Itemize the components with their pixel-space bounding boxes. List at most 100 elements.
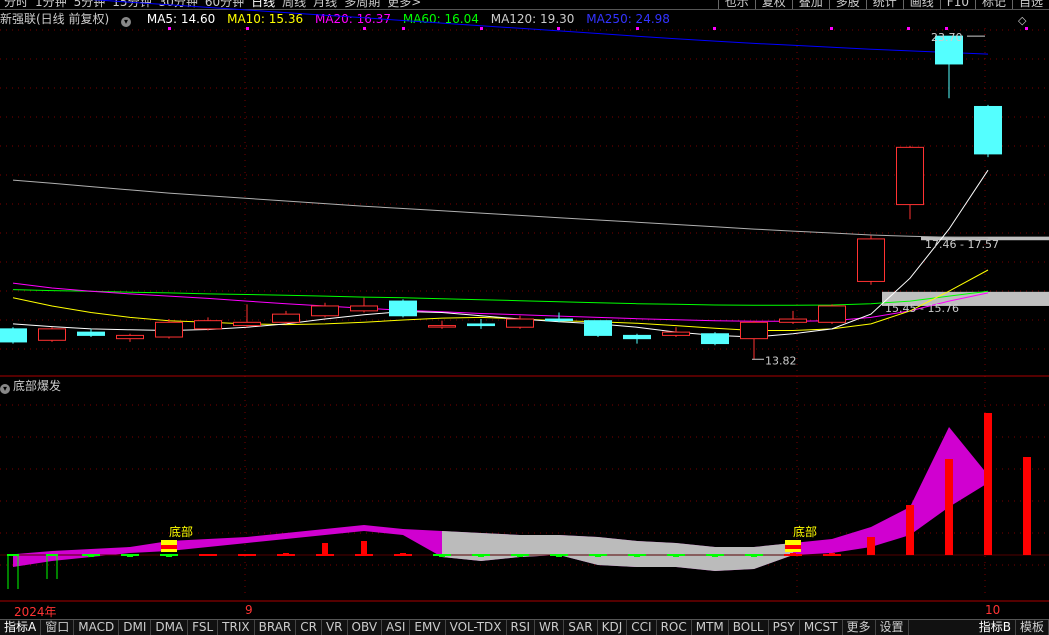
price-high-label: 23.70 [931, 31, 963, 44]
indicator-tab[interactable]: SAR [564, 620, 598, 635]
indicator-tab[interactable]: 更多 [843, 620, 876, 635]
indicator-bar [244, 554, 250, 556]
candle-body [350, 305, 378, 312]
indicator-bar [88, 555, 94, 557]
candle-body [77, 331, 105, 336]
indicator-tab[interactable]: 设置 [876, 620, 909, 635]
marker-dot [363, 27, 366, 30]
candle-body [779, 318, 807, 323]
candle-body [194, 320, 222, 330]
indicator-tab[interactable]: KDJ [598, 620, 628, 635]
signal-marker-mid [161, 545, 177, 549]
indicator-bar [634, 555, 640, 557]
indicator-bar [751, 555, 757, 557]
indicator-tab[interactable]: VR [322, 620, 348, 635]
marker-dot [945, 27, 948, 30]
candle-body [623, 334, 651, 340]
indicator-tab[interactable]: ASI [382, 620, 411, 635]
indicator-bar [945, 459, 953, 555]
signal-marker-top [785, 540, 801, 545]
indicator-tab[interactable]: PSY [769, 620, 800, 635]
indicator-bar [556, 555, 562, 557]
indicator-bar [712, 555, 718, 557]
zone-upper-label: 17.46 - 17.57 [925, 238, 999, 251]
candle-body [506, 318, 534, 328]
indicator-area-negative [442, 531, 793, 571]
indicator-tab[interactable]: MCST [800, 620, 843, 635]
kline-chart[interactable]: 23.70 13.82 17.46 - 17.57 15.45 - 15.76 ◇ 底部 底… [0, 0, 1049, 603]
signal-marker-mid [785, 545, 801, 549]
indicator-tab[interactable]: BOLL [729, 620, 769, 635]
indicator-bar [166, 555, 172, 557]
candle-body [272, 313, 300, 323]
candle-body [818, 305, 846, 323]
indicator-bar [439, 555, 445, 557]
indicator-tab[interactable]: BRAR [255, 620, 297, 635]
indicator-tab[interactable]: EMV [410, 620, 446, 635]
indicator-tab[interactable]: TRIX [218, 620, 255, 635]
indicator-bar [361, 541, 367, 555]
indicator-tab[interactable]: DMI [119, 620, 152, 635]
candle-body [155, 321, 183, 338]
marker-dot [557, 27, 560, 30]
candle-body [428, 325, 456, 328]
indicator-tab[interactable]: WR [535, 620, 565, 635]
candle-body [740, 321, 768, 340]
indicator-tab[interactable]: 窗口 [41, 620, 75, 635]
indicator-bar [400, 553, 406, 555]
signal-marker-bottom [785, 549, 801, 552]
indicator-bar [517, 555, 523, 557]
marker-dot [402, 27, 405, 30]
indicator-bar [595, 555, 601, 557]
indicator-bar [829, 553, 835, 555]
indicator-bar [867, 537, 875, 555]
indicator-tab-right[interactable]: 指标B [975, 620, 1016, 635]
indicator-tab[interactable]: CR [296, 620, 322, 635]
chevron-down-icon[interactable]: ▾ [0, 384, 10, 394]
candle-body [701, 333, 729, 345]
indicator-tab[interactable]: 指标A [0, 620, 42, 635]
signal-marker-top [161, 540, 177, 545]
date-start: 2024年 [14, 605, 57, 619]
signal-marker-bottom [161, 549, 177, 552]
candle-body [38, 328, 66, 341]
date-mid: 9 [245, 603, 253, 617]
indicator-tab[interactable]: DMA [151, 620, 189, 635]
candle-body [662, 331, 690, 336]
signal-label: 底部 [793, 524, 817, 539]
ma120-line [12, 179, 989, 239]
indicator-tab[interactable]: CCI [627, 620, 657, 635]
indicator-bar [205, 554, 211, 556]
indicator-title-bar: ▾ 底部爆发 [0, 377, 61, 394]
zone-lower-label: 15.45 - 15.76 [885, 302, 959, 315]
marker-dot [1025, 27, 1028, 30]
candle-body [584, 320, 612, 336]
indicator-bar [790, 553, 796, 555]
diamond-icon: ◇ [1018, 14, 1027, 27]
indicator-bar [984, 413, 992, 555]
indicator-bar [673, 555, 679, 557]
indicator-tab[interactable]: MTM [692, 620, 729, 635]
candle-body [974, 105, 1002, 155]
date-end: 10 [985, 603, 1001, 617]
indicator-bar [1023, 457, 1031, 555]
indicator-tab[interactable]: OBV [348, 620, 383, 635]
candle-body [896, 146, 924, 206]
indicator-tab[interactable]: VOL-TDX [446, 620, 507, 635]
indicator-bar [906, 505, 914, 555]
indicator-tab-right[interactable]: 模板 [1016, 620, 1049, 635]
indicator-tab[interactable]: RSI [507, 620, 536, 635]
date-axis: 2024年 9 10 [0, 603, 1049, 619]
ma250-line [90, 0, 989, 55]
indicator-tab[interactable]: ROC [657, 620, 692, 635]
price-low-label: 13.82 [765, 354, 797, 367]
indicator-tab[interactable]: FSL [188, 620, 219, 635]
indicator-tab[interactable]: MACD [74, 620, 120, 635]
ma60-line [12, 289, 989, 306]
indicator-tabs: 指标A 窗口 MACD DMI DMA FSL TRIX BRAR CR VR OBV ASI EMV V… [0, 619, 1049, 635]
candle-body [311, 305, 339, 317]
marker-dot [713, 27, 716, 30]
marker-dot [907, 27, 910, 30]
candle-body [233, 321, 261, 327]
indicator-bar [478, 555, 484, 557]
